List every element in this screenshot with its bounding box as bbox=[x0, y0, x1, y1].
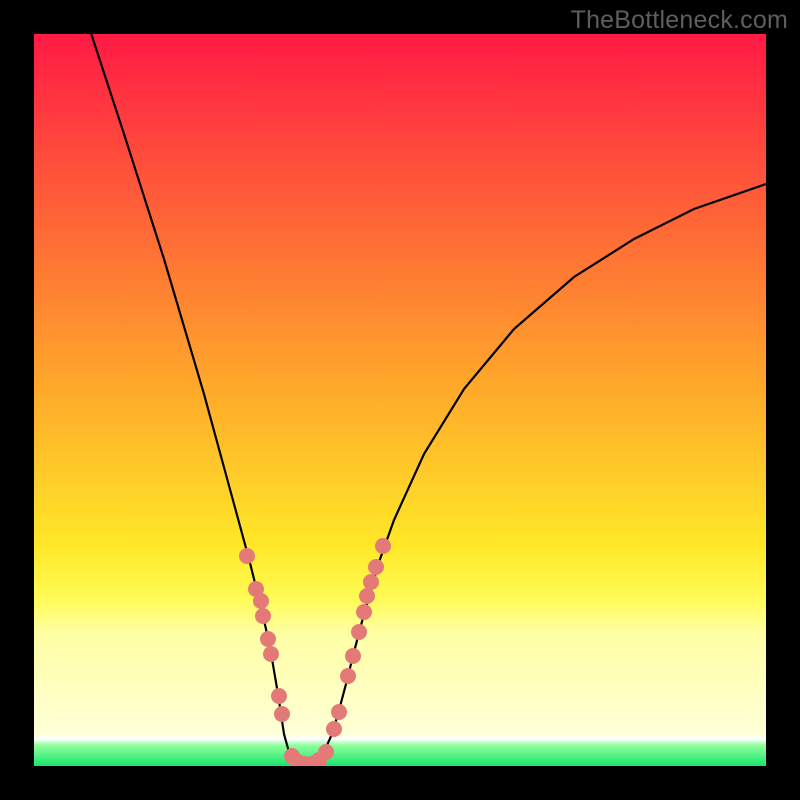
curve-layer bbox=[34, 34, 766, 766]
data-dot bbox=[368, 559, 384, 575]
chart-frame: TheBottleneck.com bbox=[0, 0, 800, 800]
data-dot bbox=[359, 588, 375, 604]
data-dot bbox=[255, 608, 271, 624]
data-dot bbox=[375, 538, 391, 554]
plot-area bbox=[34, 34, 766, 766]
data-dot bbox=[356, 604, 372, 620]
data-dot bbox=[274, 706, 290, 722]
data-dot bbox=[331, 704, 347, 720]
bottleneck-curve bbox=[88, 34, 766, 764]
data-dot bbox=[326, 721, 342, 737]
data-dot bbox=[351, 624, 367, 640]
data-dot bbox=[271, 688, 287, 704]
data-dot bbox=[239, 548, 255, 564]
data-dot bbox=[340, 668, 356, 684]
watermark-label: TheBottleneck.com bbox=[571, 6, 788, 35]
data-dot bbox=[260, 631, 276, 647]
data-dot bbox=[345, 648, 361, 664]
data-dot bbox=[253, 593, 269, 609]
data-dot bbox=[363, 574, 379, 590]
data-dot bbox=[263, 646, 279, 662]
data-dot bbox=[318, 744, 334, 760]
